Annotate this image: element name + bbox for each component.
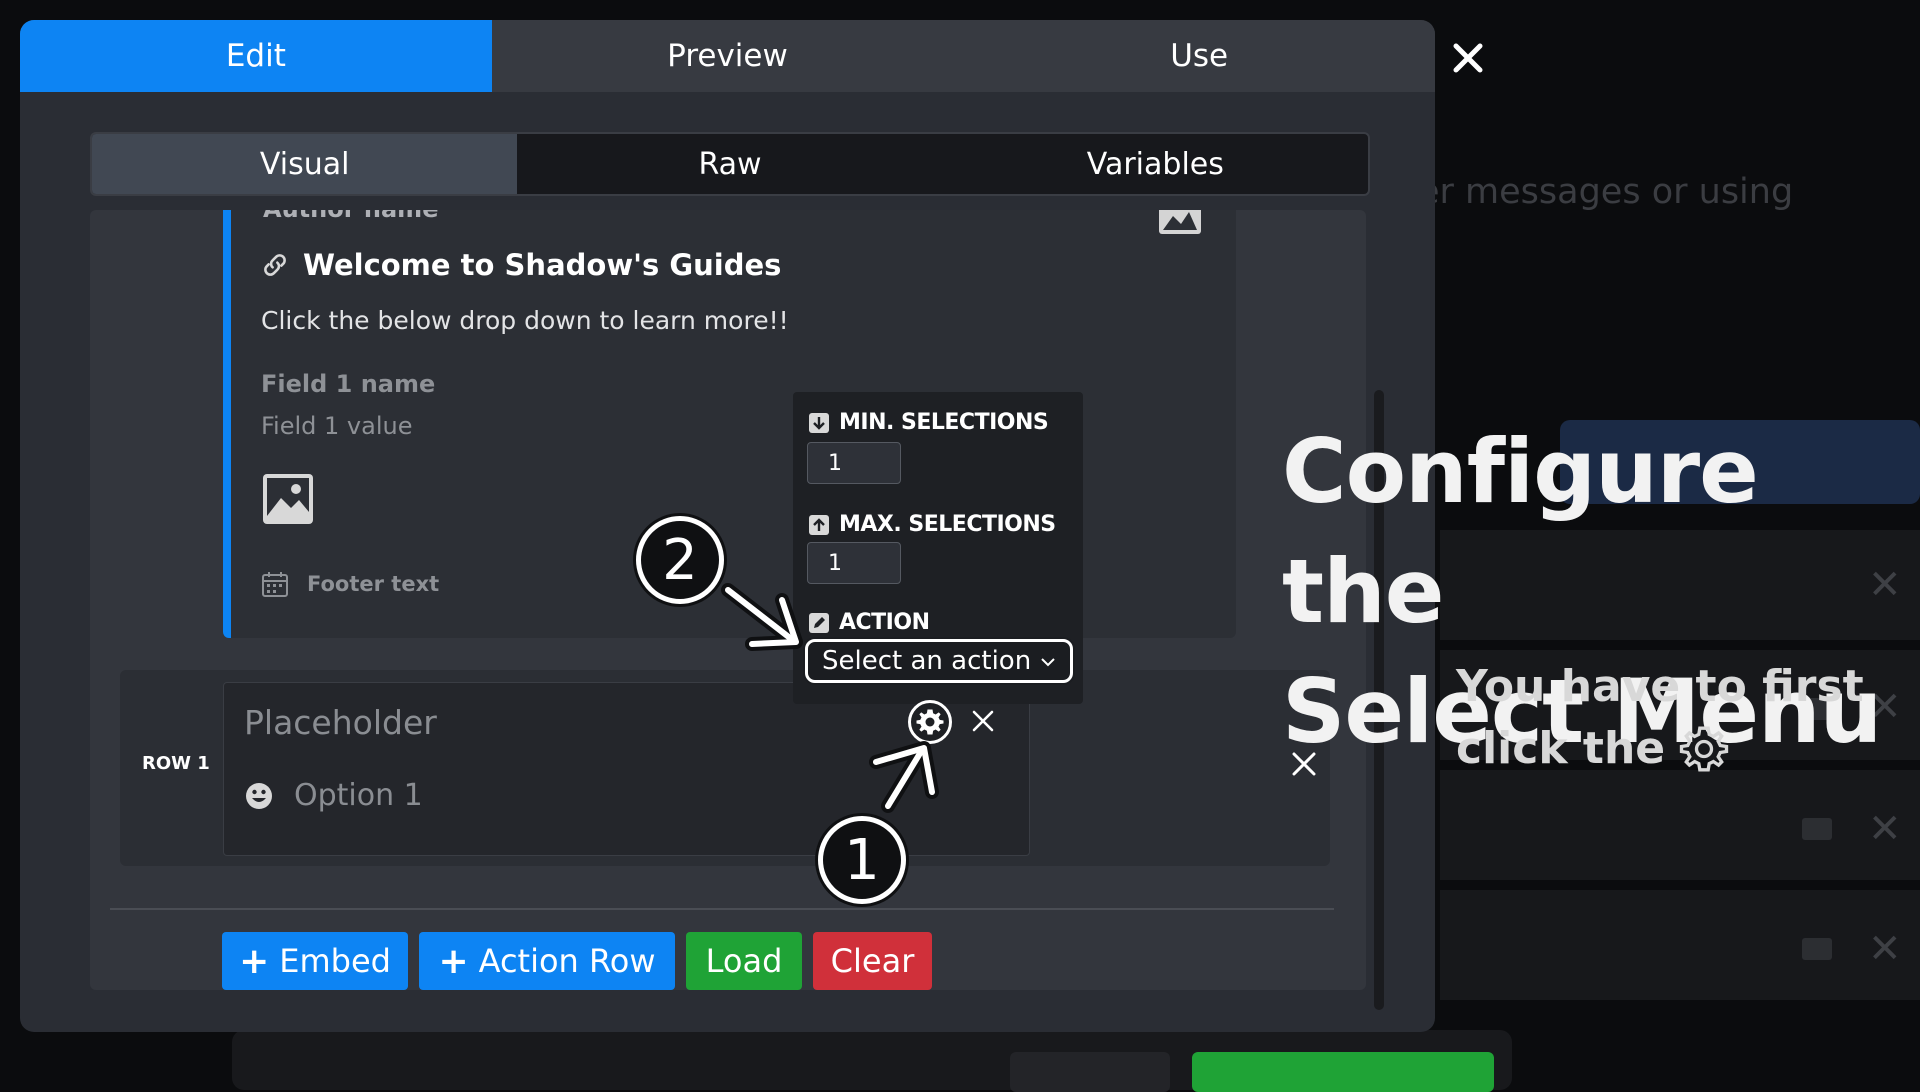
caption-title-line1: Configure the (1282, 420, 1759, 643)
gear-icon (1679, 726, 1729, 772)
caption-sub-line2: click the (1456, 718, 1864, 780)
caption-sub-line2-text: click the (1456, 723, 1666, 774)
caption-sub-line1: You have to first (1456, 661, 1864, 712)
caption-subtitle: You have to first click the (1456, 656, 1864, 780)
step-two-badge: 2 (636, 516, 724, 604)
arrow-to-action-select (721, 583, 803, 651)
arrow-to-gear (869, 741, 939, 813)
step-one-badge: 1 (818, 816, 906, 904)
